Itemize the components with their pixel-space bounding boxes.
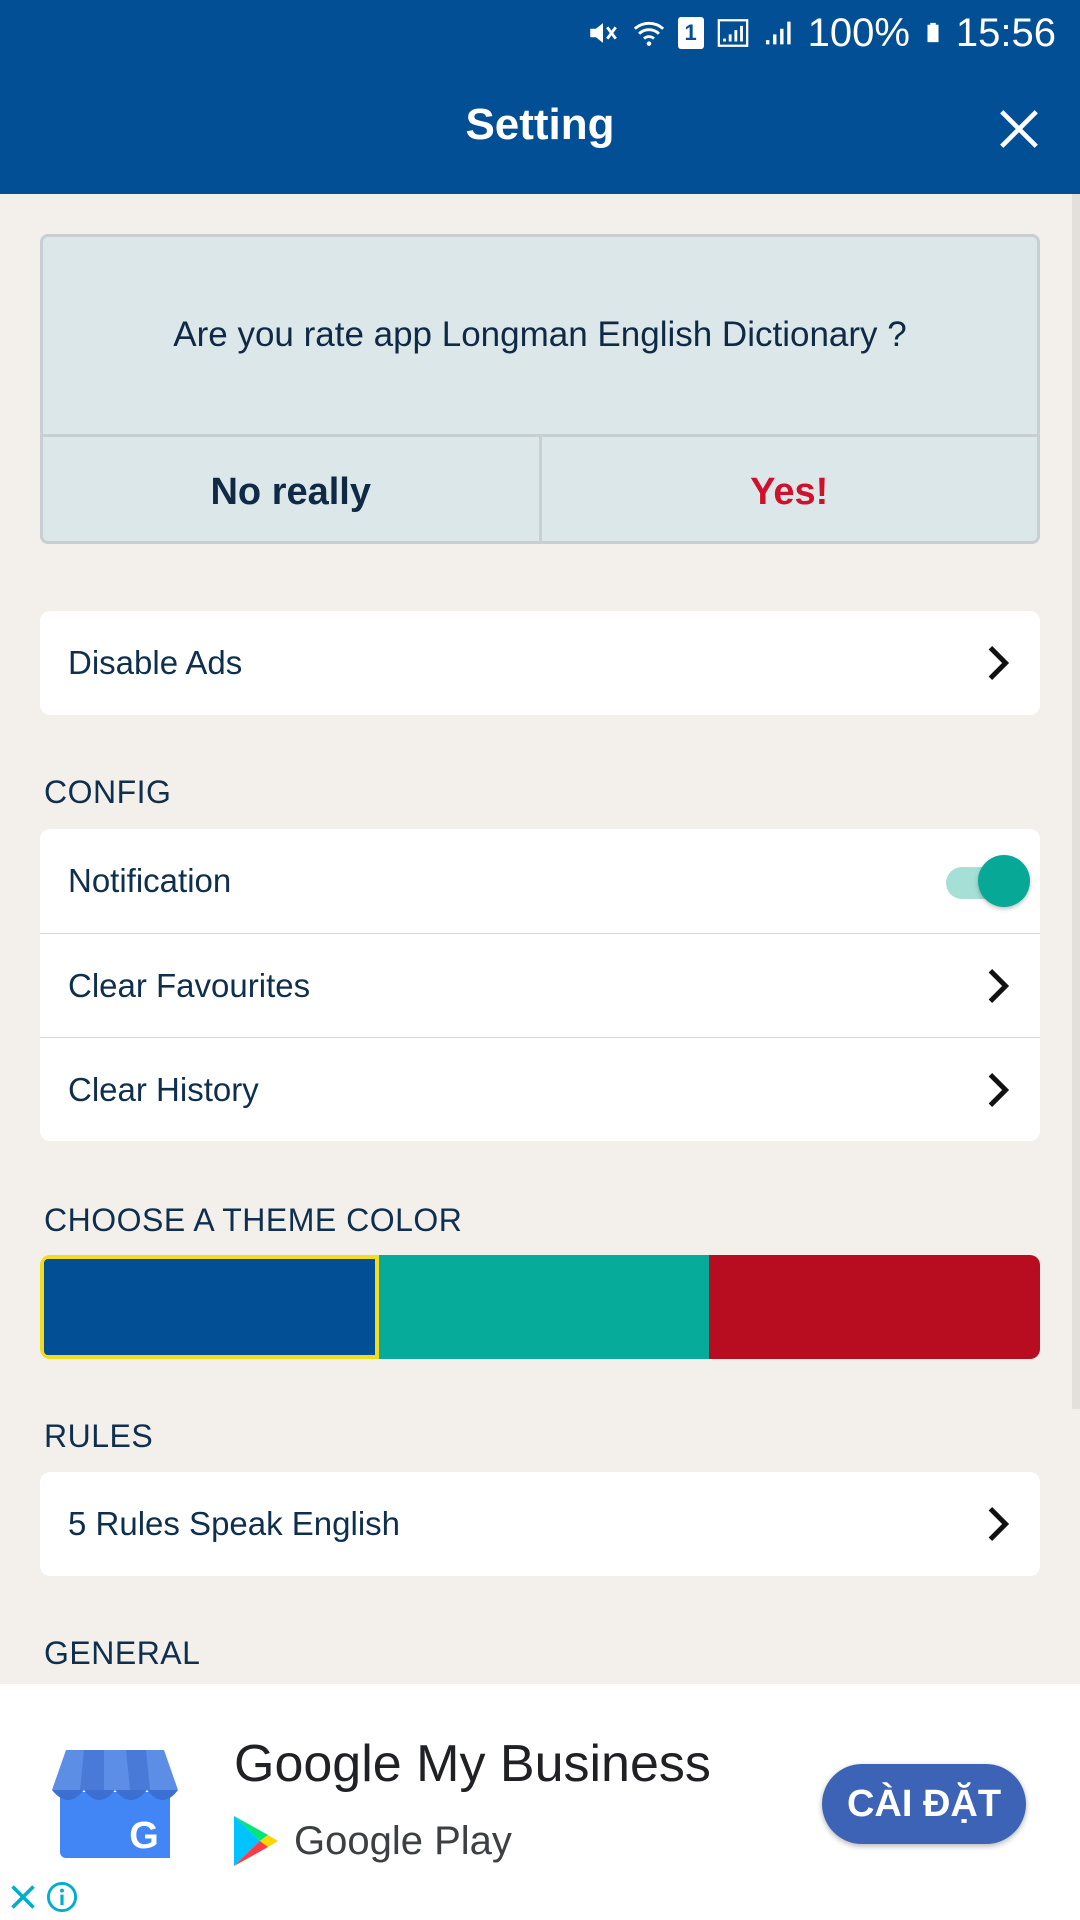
- ad-title: Google My Business: [234, 1735, 711, 1793]
- status-bar: 1 100% 15:56: [0, 0, 1080, 66]
- disable-ads-card: Disable Ads: [40, 611, 1040, 715]
- info-icon[interactable]: [46, 1881, 78, 1913]
- theme-swatch-red[interactable]: [709, 1255, 1040, 1359]
- rate-question: Are you rate app Longman English Diction…: [173, 315, 907, 354]
- battery-icon: [927, 22, 939, 43]
- ad-banner[interactable]: G Google My Business Google Play CÀI ĐẶT: [0, 1684, 1080, 1920]
- chevron-right-icon: [988, 1072, 1010, 1107]
- sim-icon: 1: [677, 17, 704, 49]
- clear-history-label: Clear History: [68, 1070, 259, 1108]
- signal-icon: [765, 21, 791, 45]
- yes-button[interactable]: Yes!: [542, 437, 1038, 541]
- mute-icon: [589, 23, 617, 43]
- chevron-right-icon: [988, 968, 1010, 1003]
- status-icons: 1 100% 15:56: [586, 8, 1056, 58]
- notification-toggle[interactable]: [946, 855, 1030, 909]
- google-play-badge: Google Play: [232, 1814, 512, 1868]
- disable-ads-row[interactable]: Disable Ads: [40, 611, 1040, 715]
- battery-percent: 100%: [807, 10, 910, 55]
- page-title: Setting: [465, 100, 615, 149]
- chevron-right-icon: [988, 1507, 1010, 1541]
- config-card: Notification Clear Favourites Clear Hist…: [40, 829, 1040, 1141]
- google-play-label: Google Play: [294, 1818, 512, 1863]
- signal-icon: [717, 19, 748, 47]
- disable-ads-label: Disable Ads: [68, 644, 243, 681]
- google-play-icon: [234, 1816, 278, 1866]
- section-header-rules: RULES: [44, 1418, 154, 1454]
- clear-favourites-label: Clear Favourites: [68, 966, 311, 1004]
- svg-text:G: G: [129, 1815, 159, 1857]
- theme-swatch-blue[interactable]: [40, 1255, 379, 1359]
- section-header-theme: CHOOSE A THEME COLOR: [44, 1202, 463, 1238]
- google-my-business-icon: G: [52, 1750, 178, 1858]
- app-bar: Setting: [0, 66, 1080, 194]
- clear-history-row[interactable]: Clear History: [40, 1037, 1040, 1141]
- close-icon[interactable]: [996, 106, 1042, 152]
- chevron-right-icon: [988, 646, 1010, 680]
- no-really-button[interactable]: No really: [43, 437, 542, 541]
- section-header-general: GENERAL: [44, 1635, 201, 1671]
- toggle-knob: [978, 855, 1030, 907]
- section-header-config: CONFIG: [44, 774, 172, 810]
- wifi-icon: [633, 21, 664, 46]
- notification-row: Notification: [40, 829, 1040, 933]
- scrollbar[interactable]: [1072, 194, 1080, 1409]
- clock: 15:56: [955, 10, 1056, 55]
- rules-label: 5 Rules Speak English: [68, 1505, 401, 1542]
- rules-row[interactable]: 5 Rules Speak English: [40, 1472, 1040, 1576]
- theme-color-picker: [40, 1255, 1040, 1359]
- rate-buttons: No really Yes!: [43, 434, 1038, 541]
- notification-label: Notification: [68, 862, 232, 899]
- close-ad-icon[interactable]: [8, 1882, 38, 1912]
- clear-favourites-row[interactable]: Clear Favourites: [40, 933, 1040, 1037]
- install-button[interactable]: CÀI ĐẶT: [822, 1764, 1026, 1844]
- rate-app-card: Are you rate app Longman English Diction…: [40, 234, 1040, 544]
- rules-card: 5 Rules Speak English: [40, 1472, 1040, 1576]
- theme-swatch-teal[interactable]: [378, 1255, 710, 1359]
